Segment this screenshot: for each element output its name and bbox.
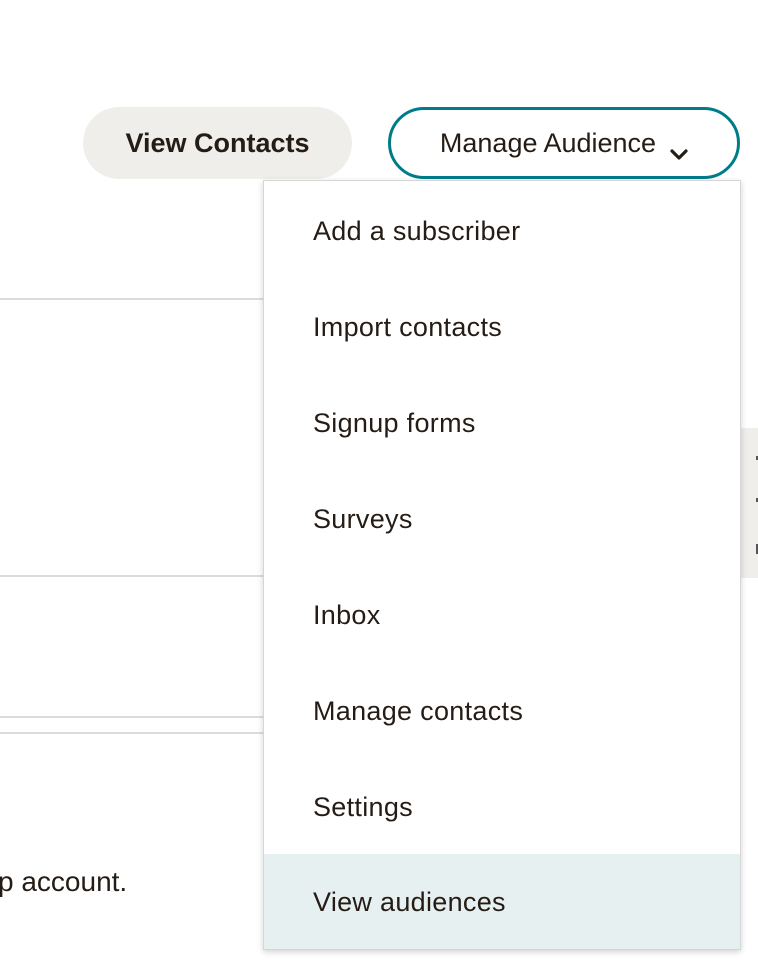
- view-contacts-button[interactable]: View Contacts: [83, 107, 352, 179]
- manage-audience-button[interactable]: Manage Audience: [388, 107, 740, 179]
- divider: [0, 298, 264, 300]
- manage-audience-dropdown: Add a subscriber Import contacts Signup …: [263, 180, 741, 950]
- menu-item-settings[interactable]: Settings: [264, 759, 740, 855]
- menu-item-inbox[interactable]: Inbox: [264, 567, 740, 663]
- manage-audience-label: Manage Audience: [439, 127, 657, 158]
- menu-item-label: Import contacts: [313, 311, 503, 342]
- divider: [0, 732, 264, 734]
- menu-item-manage-contacts[interactable]: Manage contacts: [264, 663, 740, 759]
- menu-item-surveys[interactable]: Surveys: [264, 471, 740, 567]
- divider: [0, 575, 264, 577]
- menu-item-label: Add a subscriber: [313, 215, 521, 246]
- background-text: p account.: [0, 866, 128, 897]
- menu-item-import-contacts[interactable]: Import contacts: [264, 279, 740, 375]
- menu-item-label: Inbox: [313, 599, 381, 630]
- menu-item-signup-forms[interactable]: Signup forms: [264, 375, 740, 471]
- menu-item-label: Settings: [313, 791, 413, 822]
- page: p account. View Contacts Manage Audience…: [0, 0, 758, 960]
- menu-item-view-audiences[interactable]: View audiences: [264, 854, 740, 949]
- chevron-down-icon: [670, 137, 688, 160]
- menu-item-label: Surveys: [313, 503, 413, 534]
- menu-item-add-subscriber[interactable]: Add a subscriber: [264, 183, 740, 279]
- menu-item-label: Signup forms: [313, 407, 476, 438]
- menu-item-label: Manage contacts: [313, 695, 524, 726]
- view-contacts-label: View Contacts: [125, 127, 310, 158]
- divider: [0, 716, 264, 718]
- menu-item-label: View audiences: [313, 886, 506, 917]
